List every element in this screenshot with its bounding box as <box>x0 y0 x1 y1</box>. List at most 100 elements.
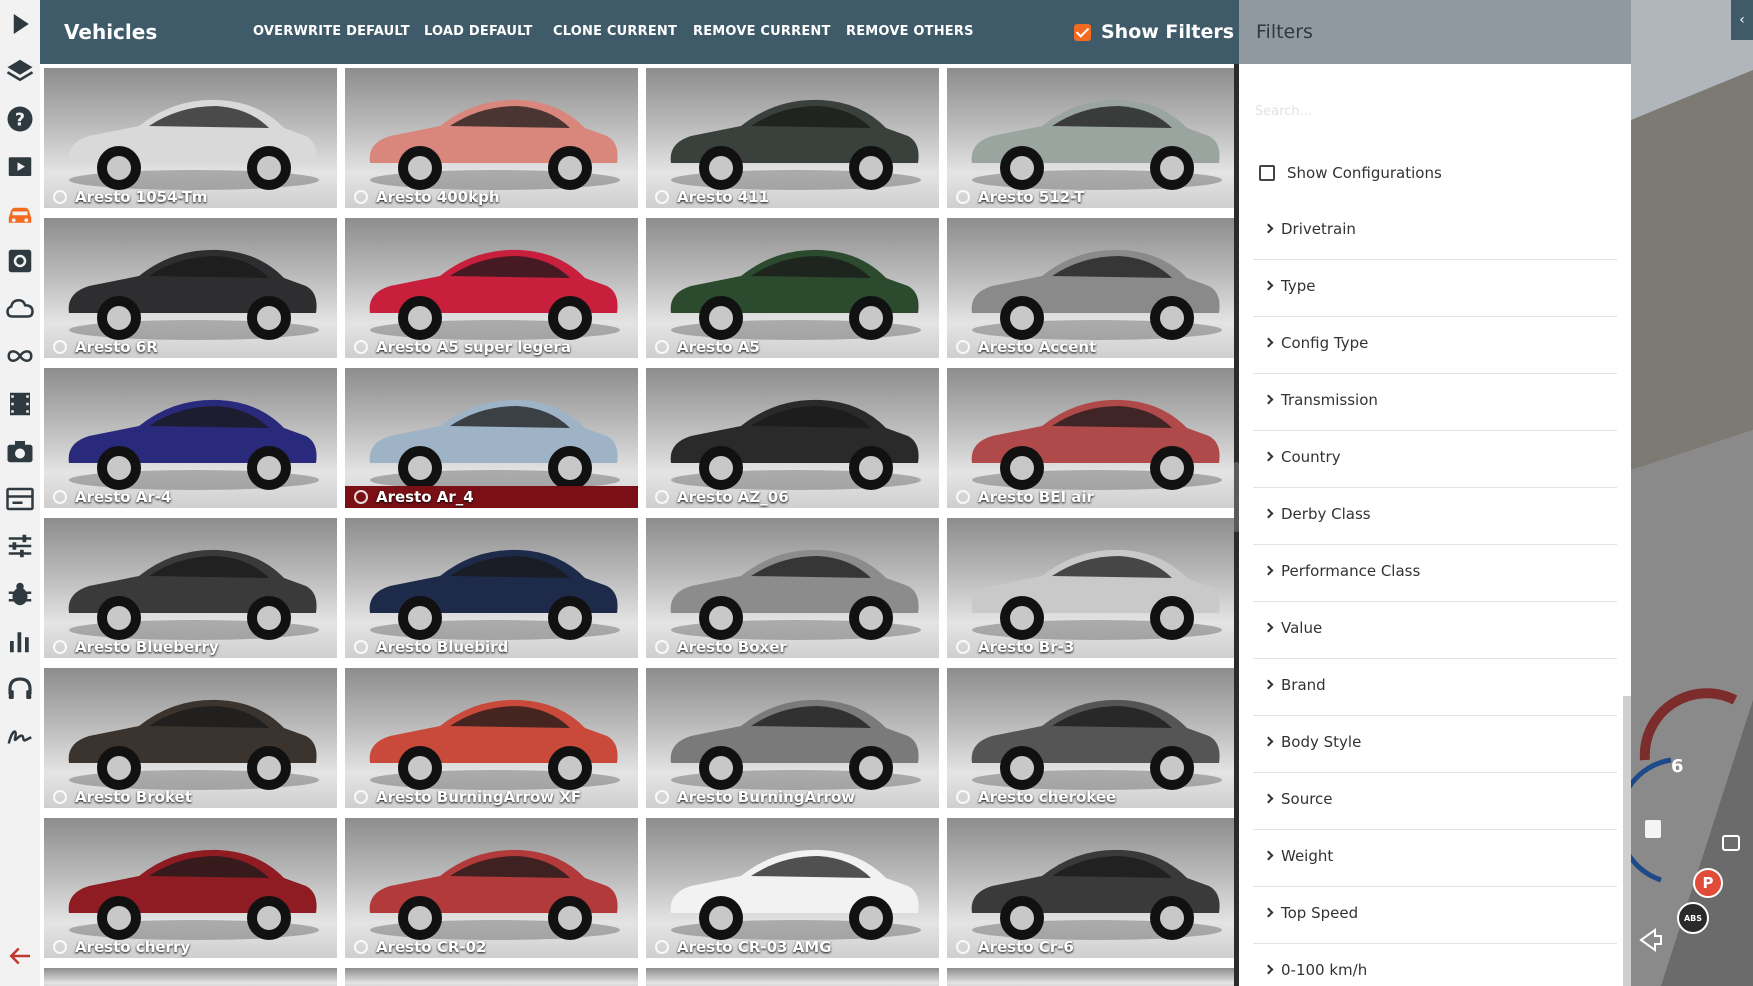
bug-icon[interactable] <box>4 578 36 610</box>
show-filters-checkbox[interactable] <box>1074 23 1091 41</box>
overwrite-default-button[interactable]: OVERWRITE DEFAULT <box>253 0 410 64</box>
config-icon <box>956 640 970 654</box>
vehicle-tile[interactable]: Aresto Cr-6 <box>947 818 1234 958</box>
vehicle-name: Aresto Ar_4 <box>376 488 474 506</box>
vehicle-label-bar: Aresto CR-02 <box>345 936 638 958</box>
filter-category[interactable]: Weight <box>1253 830 1617 887</box>
filter-category[interactable]: Performance Class <box>1253 545 1617 602</box>
vehicle-tile[interactable]: Aresto A5 super legera <box>345 218 638 358</box>
remove-current-button[interactable]: REMOVE CURRENT <box>693 0 831 64</box>
car-icon[interactable] <box>4 198 36 230</box>
collapse-panel-button[interactable]: ‹ <box>1731 0 1753 40</box>
sliders-icon[interactable] <box>4 530 36 562</box>
vehicle-tile[interactable]: Aresto 512-T <box>947 68 1234 208</box>
vehicle-tile-partial[interactable] <box>44 968 337 986</box>
vehicle-name: Aresto Boxer <box>677 638 787 656</box>
vehicle-tile[interactable]: Aresto cherokee <box>947 668 1234 808</box>
vehicle-name: Aresto BurningArrow <box>677 788 856 806</box>
show-configurations-checkbox[interactable] <box>1259 165 1275 181</box>
vehicle-tile[interactable]: Aresto Blueberry <box>44 518 337 658</box>
vehicle-label-bar: Aresto BurningArrow XF <box>345 786 638 808</box>
vehicle-name: Aresto Ar-4 <box>75 488 172 506</box>
filters-scrollbar[interactable] <box>1623 696 1631 986</box>
chevron-right-icon <box>1263 964 1274 975</box>
config-icon <box>53 940 67 954</box>
vehicle-tile[interactable]: Aresto CR-03 AMG <box>646 818 939 958</box>
help-icon[interactable]: ? <box>4 103 36 135</box>
headphones-icon[interactable] <box>4 673 36 705</box>
vehicle-tile[interactable]: Aresto 1054-Tm <box>44 68 337 208</box>
vehicle-label-bar: Aresto Blueberry <box>44 636 337 658</box>
layers-icon[interactable] <box>4 55 36 87</box>
vehicle-tile[interactable]: Aresto cherry <box>44 818 337 958</box>
show-configurations-label: Show Configurations <box>1287 164 1442 182</box>
config-icon <box>655 940 669 954</box>
panel-icon[interactable] <box>4 483 36 515</box>
video-icon[interactable] <box>4 150 36 182</box>
cloud-icon[interactable] <box>4 293 36 325</box>
config-icon <box>956 340 970 354</box>
show-filters-toggle[interactable]: Show Filters <box>1074 0 1234 64</box>
filter-category[interactable]: Brand <box>1253 659 1617 716</box>
filter-category[interactable]: Drivetrain <box>1253 203 1617 260</box>
vehicle-tile[interactable]: Aresto Br-3 <box>947 518 1234 658</box>
camera-icon[interactable] <box>4 435 36 467</box>
filters-header: Filters <box>1239 0 1631 64</box>
play-icon[interactable] <box>4 8 36 40</box>
show-configurations-toggle[interactable]: Show Configurations <box>1259 164 1442 182</box>
config-icon <box>655 340 669 354</box>
remove-others-button[interactable]: REMOVE OTHERS <box>846 0 974 64</box>
filter-category[interactable]: Country <box>1253 431 1617 488</box>
vehicle-label-bar: Aresto CR-03 AMG <box>646 936 939 958</box>
filter-category[interactable]: 0-100 km/h <box>1253 944 1617 986</box>
chevron-right-icon <box>1263 679 1274 690</box>
settings-icon[interactable] <box>4 245 36 277</box>
vehicle-tile[interactable]: Aresto Ar-4 <box>44 368 337 508</box>
filter-category[interactable]: Derby Class <box>1253 488 1617 545</box>
vehicle-tile[interactable]: Aresto Bluebird <box>345 518 638 658</box>
infinity-icon[interactable] <box>4 340 36 372</box>
vehicle-name: Aresto Bluebird <box>376 638 509 656</box>
filter-category[interactable]: Value <box>1253 602 1617 659</box>
film-icon[interactable] <box>4 388 36 420</box>
vehicle-tile[interactable]: Aresto A5 <box>646 218 939 358</box>
filter-category[interactable]: Top Speed <box>1253 887 1617 944</box>
vehicle-label-bar: Aresto Accent <box>947 336 1234 358</box>
vehicle-tile-partial[interactable] <box>646 968 939 986</box>
filter-category-label: Weight <box>1281 847 1334 865</box>
vehicle-tile[interactable]: Aresto Ar_4 <box>345 368 638 508</box>
vehicle-name: Aresto Accent <box>978 338 1097 356</box>
filter-category[interactable]: Config Type <box>1253 317 1617 374</box>
config-icon <box>53 190 67 204</box>
vehicle-tile[interactable]: Aresto CR-02 <box>345 818 638 958</box>
vehicle-tile[interactable]: Aresto BurningArrow <box>646 668 939 808</box>
vehicle-tile-partial[interactable] <box>947 968 1234 986</box>
vehicle-tile[interactable]: Aresto AZ_06 <box>646 368 939 508</box>
vehicle-label-bar: Aresto Ar-4 <box>44 486 337 508</box>
back-arrow-icon[interactable] <box>4 940 36 972</box>
vehicle-name: Aresto BEI air <box>978 488 1094 506</box>
filter-category[interactable]: Source <box>1253 773 1617 830</box>
vehicle-tile[interactable]: Aresto BurningArrow XF <box>345 668 638 808</box>
filter-category[interactable]: Transmission <box>1253 374 1617 431</box>
vehicle-tile[interactable]: Aresto 411 <box>646 68 939 208</box>
vehicle-tile[interactable]: Aresto Boxer <box>646 518 939 658</box>
vehicle-label-bar: Aresto Bluebird <box>345 636 638 658</box>
bar-chart-icon[interactable] <box>4 625 36 657</box>
vehicle-tile-partial[interactable] <box>345 968 638 986</box>
vehicle-tile[interactable]: Aresto Accent <box>947 218 1234 358</box>
filter-category[interactable]: Type <box>1253 260 1617 317</box>
search-input[interactable] <box>1255 98 1615 124</box>
vehicle-tile[interactable]: Aresto BEI air <box>947 368 1234 508</box>
filter-category-label: Top Speed <box>1281 904 1359 922</box>
clone-current-button[interactable]: CLONE CURRENT <box>553 0 677 64</box>
signature-icon[interactable] <box>4 720 36 752</box>
vehicle-label-bar: Aresto BurningArrow <box>646 786 939 808</box>
load-default-button[interactable]: LOAD DEFAULT <box>424 0 533 64</box>
vehicle-tile[interactable]: Aresto Broket <box>44 668 337 808</box>
vehicle-tile[interactable]: Aresto 400kph <box>345 68 638 208</box>
filter-category[interactable]: Body Style <box>1253 716 1617 773</box>
config-icon <box>655 490 669 504</box>
game-viewport: ‹ 6 P ABS <box>1631 0 1753 986</box>
vehicle-tile[interactable]: Aresto 6R <box>44 218 337 358</box>
